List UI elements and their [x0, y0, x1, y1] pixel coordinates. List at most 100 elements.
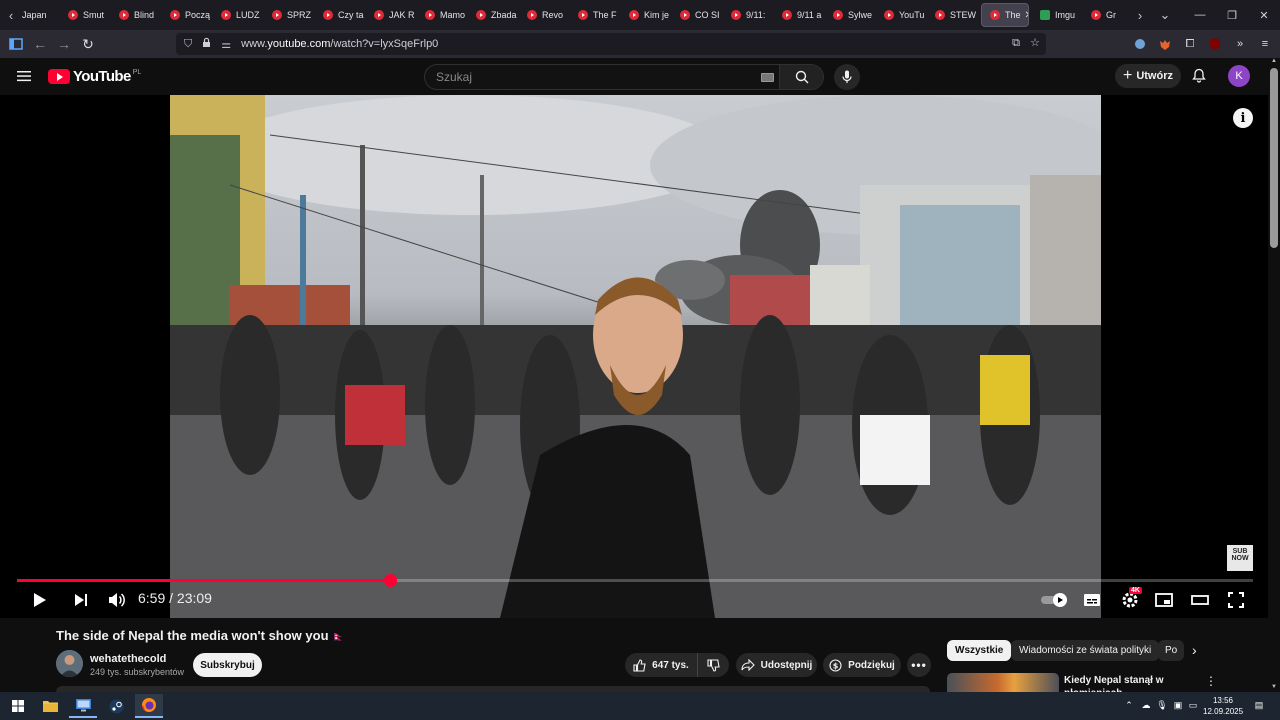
recommended-video-thumbnail[interactable]	[947, 673, 1059, 693]
browser-tab[interactable]: CO SI	[672, 0, 723, 30]
chip-partial[interactable]: Po	[1158, 640, 1184, 661]
tabs-scroll-right-icon[interactable]: ›	[1129, 0, 1151, 30]
browser-tab[interactable]: STEW	[927, 0, 978, 30]
permissions-icon[interactable]: ⚌	[221, 38, 231, 51]
browser-tab[interactable]: Imgu	[1032, 0, 1083, 30]
extension-ublock-icon[interactable]	[1206, 35, 1224, 53]
chip-all[interactable]: Wszystkie	[947, 640, 1012, 661]
account-avatar[interactable]: K	[1228, 65, 1250, 87]
list-all-tabs-icon[interactable]: ⌄	[1151, 0, 1179, 30]
recommended-more-icon[interactable]: ⋮	[1205, 674, 1217, 688]
like-button[interactable]: 647 tys.	[625, 653, 697, 677]
microphone-tray-icon[interactable]: 🎙︎	[1156, 699, 1168, 711]
scrollbar-thumb[interactable]	[1270, 68, 1278, 248]
browser-tab-active[interactable]: The ✕	[981, 3, 1029, 27]
minimize-icon[interactable]: —	[1184, 9, 1216, 21]
browser-tab[interactable]: Blind	[111, 0, 162, 30]
chip-world-politics-news[interactable]: Wiadomości ze świata polityki	[1011, 640, 1160, 661]
browser-tab[interactable]: Mamo	[417, 0, 468, 30]
chips-next-chevron-icon[interactable]: ›	[1192, 642, 1197, 658]
play-button[interactable]	[28, 588, 52, 612]
notifications-bell-icon[interactable]	[1192, 68, 1206, 88]
browser-tab[interactable]: 9/11:	[723, 0, 774, 30]
restore-icon[interactable]: ❐	[1216, 9, 1248, 22]
browser-tab[interactable]: JAK R	[366, 0, 417, 30]
remote-desktop-icon[interactable]	[69, 694, 97, 718]
browser-tab[interactable]: Począ	[162, 0, 213, 30]
channel-name[interactable]: wehatethecold	[90, 653, 166, 665]
scroll-down-arrow-icon[interactable]: ▼	[1271, 684, 1277, 690]
sidebar-toggle-icon[interactable]	[4, 32, 28, 56]
dislike-button[interactable]	[697, 653, 729, 677]
notification-center-icon[interactable]: ▤	[1253, 699, 1265, 711]
screen-share-tray-icon[interactable]: ▣	[1172, 699, 1184, 711]
browser-tab[interactable]: Smut	[60, 0, 111, 30]
browser-tab[interactable]: The F	[570, 0, 621, 30]
overflow-chevron-icon[interactable]: »	[1231, 35, 1249, 53]
thanks-button[interactable]: $ Podziękuj	[823, 653, 901, 677]
youtube-logo[interactable]: YouTube PL	[48, 68, 141, 85]
browser-tab[interactable]: Czy ta	[315, 0, 366, 30]
time-separator: /	[169, 590, 174, 606]
file-explorer-icon[interactable]	[36, 694, 64, 718]
more-actions-button[interactable]: •••	[907, 653, 931, 677]
settings-button[interactable]: 4K	[1116, 587, 1144, 612]
browser-tab[interactable]: Zbada	[468, 0, 519, 30]
next-video-button[interactable]	[70, 588, 92, 612]
keyboard-icon[interactable]	[761, 73, 774, 82]
fullscreen-button[interactable]	[1224, 588, 1248, 612]
browser-tab[interactable]: Sylwe	[825, 0, 876, 30]
hamburger-menu-icon[interactable]	[17, 69, 33, 87]
reload-icon[interactable]: ↻	[76, 32, 100, 56]
seek-bar[interactable]	[17, 574, 1253, 587]
scroll-up-arrow-icon[interactable]: ▲	[1271, 58, 1277, 64]
extensions-puzzle-icon[interactable]: ⧠	[1181, 35, 1199, 53]
close-tab-icon[interactable]: ✕	[1025, 10, 1028, 21]
address-bar[interactable]: ⛉ ⚌ www. youtube.com/watch?v=lyxSqeFrlp0 …	[176, 33, 1046, 55]
share-button[interactable]: Udostępnij	[736, 653, 817, 677]
browser-tab[interactable]: SPRZ	[264, 0, 315, 30]
search-button[interactable]	[779, 65, 823, 89]
miniplayer-button[interactable]	[1152, 588, 1176, 612]
onedrive-cloud-icon[interactable]: ☁	[1140, 699, 1152, 711]
tray-overflow-chevron-icon[interactable]: ⌃	[1123, 699, 1135, 711]
firefox-icon[interactable]	[135, 694, 163, 718]
browser-tab[interactable]: 9/11 a	[774, 0, 825, 30]
app-menu-icon[interactable]: ≡	[1256, 35, 1274, 53]
subscribe-button[interactable]: Subskrybuj	[193, 653, 262, 677]
voice-search-button[interactable]	[834, 64, 860, 90]
lock-icon[interactable]	[202, 37, 211, 51]
browser-tab[interactable]: YouTu	[876, 0, 927, 30]
sub-now-watermark[interactable]: SUB NOW	[1227, 545, 1253, 571]
windows-start-icon[interactable]	[4, 694, 32, 718]
taskbar-clock[interactable]: 13:56 12.09.2025	[1203, 695, 1243, 717]
browser-tab[interactable]: Revo	[519, 0, 570, 30]
extension-fox-icon[interactable]	[1156, 35, 1174, 53]
theater-mode-button[interactable]	[1188, 588, 1212, 612]
bookmark-star-icon[interactable]: ☆	[1030, 36, 1040, 49]
browser-tab[interactable]: LUDZ	[213, 0, 264, 30]
subtitles-button[interactable]	[1080, 588, 1104, 612]
forward-icon[interactable]: →	[52, 32, 76, 56]
video-frame[interactable]	[170, 95, 1101, 618]
browser-tab[interactable]: Kim je	[621, 0, 672, 30]
back-icon[interactable]: ←	[28, 32, 52, 56]
seek-bar-scrubber[interactable]	[384, 574, 397, 587]
steam-icon[interactable]	[102, 694, 130, 718]
page-scrollbar[interactable]: ▲ ▼	[1268, 58, 1280, 698]
video-player[interactable]: i SUB NOW 6:59 / 23:09 4K	[0, 95, 1268, 618]
autoplay-toggle[interactable]	[1040, 588, 1070, 612]
network-icon[interactable]: ▭	[1187, 699, 1199, 711]
mute-button[interactable]	[104, 588, 128, 612]
picture-in-picture-icon[interactable]: ⧉	[1012, 37, 1020, 50]
tabs-scroll-left-icon[interactable]: ‹	[0, 0, 22, 30]
close-window-icon[interactable]: ✕	[1248, 9, 1280, 22]
search-input[interactable]	[426, 66, 782, 88]
channel-avatar[interactable]	[56, 650, 83, 677]
create-button[interactable]: + Utwórz	[1115, 64, 1181, 88]
browser-tab[interactable]: Gr	[1083, 0, 1129, 30]
tracking-protection-icon[interactable]: ⛉	[184, 38, 192, 51]
browser-tab[interactable]: Japan	[22, 0, 60, 30]
extension-shield-icon[interactable]	[1131, 35, 1149, 53]
info-icon[interactable]: i	[1233, 108, 1253, 128]
